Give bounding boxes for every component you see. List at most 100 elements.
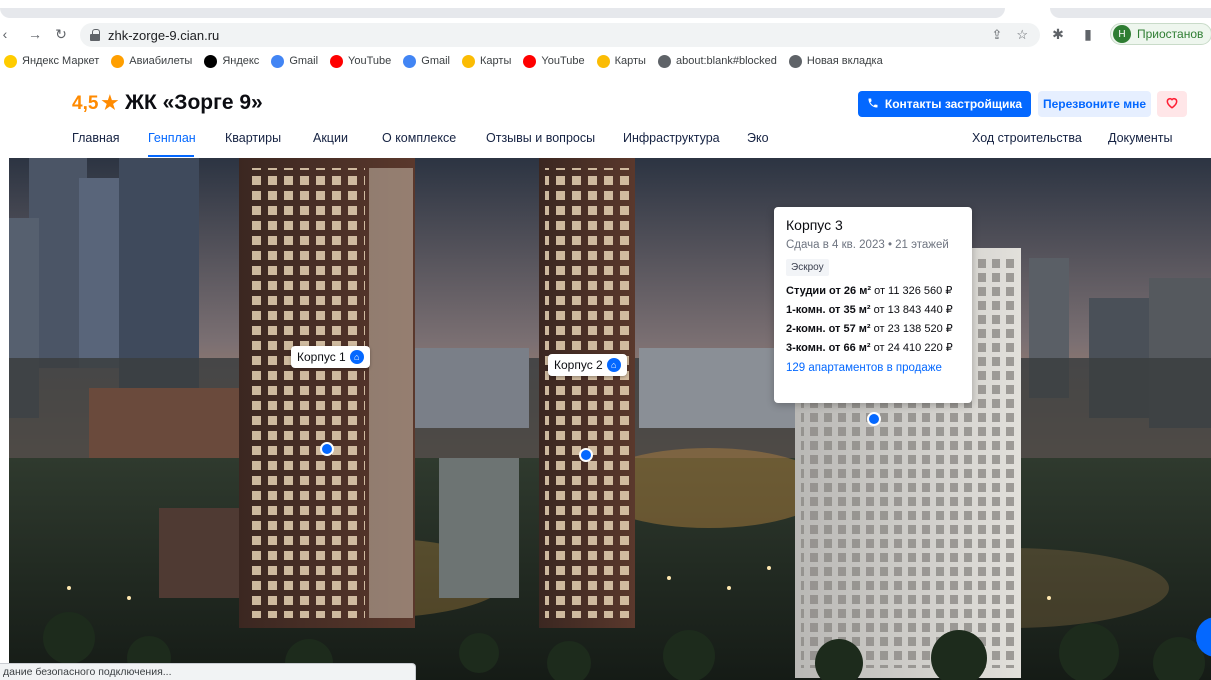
price-row-type: 3-комн. от 66 м² <box>786 342 871 354</box>
toolbar-right: ✱ ▮ Н Приостанов <box>1050 20 1211 48</box>
heart-icon <box>1165 96 1179 112</box>
bookmark-item[interactable]: YouTube <box>330 54 392 68</box>
price-row[interactable]: 1-комн. от 35 м² от 13 843 440 ₽ <box>786 303 960 316</box>
price-row-price: от 13 843 440 ₽ <box>873 304 953 316</box>
avia-icon <box>111 54 125 68</box>
maps-pin-icon <box>596 54 610 68</box>
url-text[interactable]: zhk-zorge-9.cian.ru <box>108 28 219 43</box>
share-icon[interactable]: ⇪ <box>991 27 1002 43</box>
site-header: 4,5 ★ ЖК «Зорге 9» Контакты застройщика … <box>0 78 1211 158</box>
bookmark-item[interactable]: Яндекс <box>204 54 260 68</box>
rating-value: 4,5 <box>72 92 99 114</box>
tab-menu-item[interactable]: Эко <box>747 131 769 145</box>
tab-menu-item[interactable]: Главная <box>72 131 120 145</box>
page-title: ЖК «Зорге 9» <box>125 91 263 114</box>
bookmark-item[interactable]: about:blank#blocked <box>657 54 777 68</box>
price-row-price: от 24 410 220 ₽ <box>873 342 953 354</box>
phone-icon <box>867 97 879 112</box>
forward-icon[interactable]: → <box>24 23 46 45</box>
bookmark-label: Карты <box>480 55 512 67</box>
extensions-icon[interactable]: ✱ <box>1050 26 1066 43</box>
bookmark-label: Яндекс <box>222 55 260 67</box>
tab-menu-item[interactable]: Акции <box>313 131 348 145</box>
contact-developer-button[interactable]: Контакты застройщика <box>858 91 1031 117</box>
globe-icon <box>657 54 671 68</box>
bookmark-label: YouTube <box>348 55 392 67</box>
star-icon: ★ <box>101 93 119 114</box>
omnibox-actions: ⇪ ☆ <box>991 27 1028 43</box>
google-icon <box>403 54 417 68</box>
contact-developer-label: Контакты застройщика <box>884 97 1023 111</box>
yandex-icon <box>204 54 218 68</box>
escrow-badge: Эскроу <box>786 259 829 276</box>
status-text: дание безопасного подключения... <box>3 666 172 678</box>
bookmark-label: Gmail <box>421 55 451 67</box>
rating[interactable]: 4,5 ★ <box>72 92 118 115</box>
profile-button[interactable]: Н Приостанов <box>1110 23 1211 45</box>
escrow-lock-icon: ⌂ <box>606 358 621 372</box>
building-label-2[interactable]: Корпус 2 ⌂ <box>548 354 627 376</box>
tab-menu-item[interactable]: Ход строительства <box>972 131 1082 145</box>
tab-menu-item[interactable]: Инфраструктура <box>623 131 720 145</box>
reload-icon[interactable]: ↻ <box>50 23 72 45</box>
bookmark-label: Gmail <box>289 55 319 67</box>
bookmarks-bar: Яндекс Маркет Авиабилеты Яндекс Gmail YouTub… <box>0 50 1211 72</box>
bookmark-label: about:blank#blocked <box>675 55 777 67</box>
youtube-icon <box>330 54 344 68</box>
building-label-2-text: Корпус 2 <box>554 358 603 372</box>
bookmark-item[interactable]: Яндекс Маркет <box>4 54 100 68</box>
side-panel-icon[interactable]: ▮ <box>1080 26 1096 43</box>
tab-menu-item[interactable]: О комплексе <box>382 131 456 145</box>
tab-strip <box>0 0 1211 20</box>
favorite-button[interactable] <box>1157 91 1187 117</box>
youtube-icon <box>523 54 537 68</box>
price-row-type: Студии от 26 м² <box>786 285 871 297</box>
tab-strip-bar[interactable] <box>0 8 1005 18</box>
bookmark-item[interactable]: Gmail <box>271 54 319 68</box>
tab-menu-item[interactable]: Отзывы и вопросы <box>486 131 595 145</box>
bookmark-item[interactable]: Карты <box>462 54 512 68</box>
price-row-type: 2-комн. от 57 м² <box>786 323 871 335</box>
price-row[interactable]: Студии от 26 м² от 11 326 560 ₽ <box>786 284 960 297</box>
browser-chrome: ‹ → ↻ zhk-zorge-9.cian.ru ⇪ ☆ ✱ ▮ Н Прио… <box>0 0 1211 78</box>
price-row-price: от 23 138 520 ₽ <box>873 323 953 335</box>
globe-icon <box>788 54 802 68</box>
address-row: ‹ → ↻ zhk-zorge-9.cian.ru ⇪ ☆ ✱ ▮ Н Прио… <box>0 20 1211 48</box>
tab-menu-item[interactable]: Квартиры <box>225 131 281 145</box>
address-bar[interactable]: zhk-zorge-9.cian.ru ⇪ ☆ <box>80 23 1040 47</box>
bookmark-item[interactable]: Gmail <box>403 54 451 68</box>
bookmark-item[interactable]: Новая вкладка <box>788 54 883 68</box>
lock-icon[interactable] <box>90 29 100 41</box>
genplan-scene[interactable]: Корпус 1 ⌂ Корпус 2 ⌂ <box>9 158 1211 680</box>
callback-button[interactable]: Перезвоните мне <box>1038 91 1151 117</box>
price-row-price: от 11 326 560 ₽ <box>874 285 953 297</box>
bookmark-star-icon[interactable]: ☆ <box>1016 27 1028 43</box>
bookmark-item[interactable]: Авиабилеты <box>111 54 192 68</box>
yandex-market-icon <box>4 54 17 68</box>
tab-menu-item[interactable]: Генплан <box>148 131 196 145</box>
building-label-1[interactable]: Корпус 1 ⌂ <box>291 346 370 368</box>
price-row[interactable]: 2-комн. от 57 м² от 23 138 520 ₽ <box>786 322 960 335</box>
bookmark-label: Карты <box>614 55 646 67</box>
avatar: Н <box>1113 25 1131 43</box>
tab-menu-item[interactable]: Документы <box>1108 131 1172 145</box>
price-row[interactable]: 3-комн. от 66 м² от 24 410 220 ₽ <box>786 341 960 354</box>
escrow-lock-icon: ⌂ <box>349 350 364 364</box>
site-menu: Главная Генплан Квартиры Акции О комплексе От… <box>0 128 1211 158</box>
apartments-on-sale-link[interactable]: 129 апартаментов в продаже <box>786 362 960 374</box>
bookmark-label: Яндекс Маркет <box>22 55 100 67</box>
building-pin-1[interactable] <box>320 442 334 456</box>
back-icon[interactable]: ‹ <box>0 23 16 45</box>
genplan-rendering <box>9 158 1211 680</box>
active-tab-underline <box>148 155 194 157</box>
tab-strip-bar-right[interactable] <box>1050 8 1211 18</box>
bookmark-item[interactable]: YouTube <box>523 54 585 68</box>
price-row-type: 1-комн. от 35 м² <box>786 304 871 316</box>
building-pin-2[interactable] <box>579 448 593 462</box>
maps-pin-icon <box>462 54 476 68</box>
building-pin-3[interactable] <box>867 412 881 426</box>
bookmark-item[interactable]: Карты <box>596 54 646 68</box>
bookmark-label: Новая вкладка <box>806 55 883 67</box>
popup-title: Корпус 3 <box>786 217 843 233</box>
profile-label: Приостанов <box>1137 27 1204 41</box>
